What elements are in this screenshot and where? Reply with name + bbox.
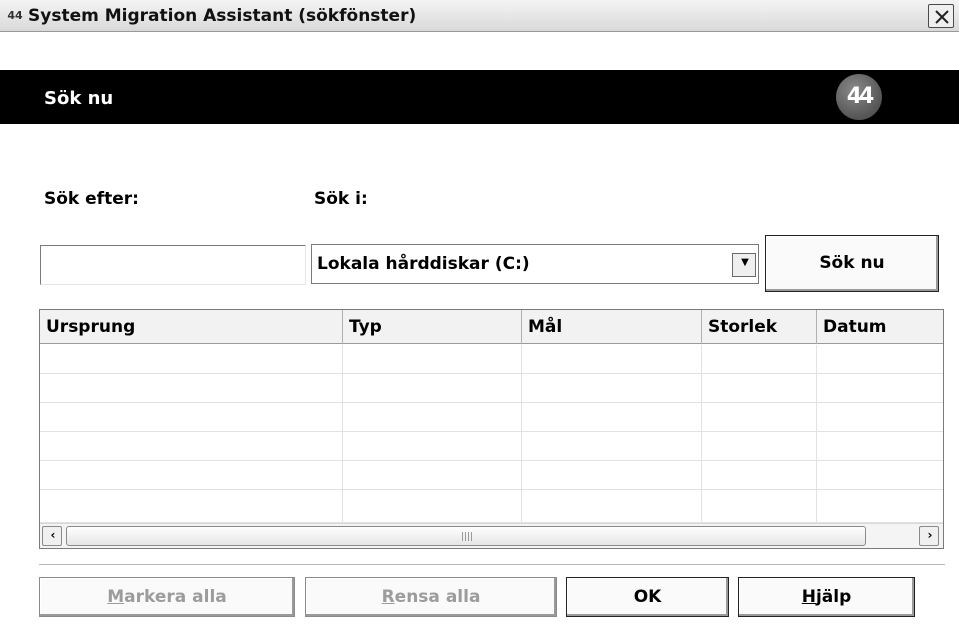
title-bar: 44 System Migration Assistant (sökfönste…	[0, 0, 959, 32]
help-button[interactable]: Hjälp	[738, 577, 915, 617]
ok-label: OK	[633, 587, 662, 607]
table-cell	[522, 374, 702, 403]
search-input[interactable]	[40, 245, 306, 285]
scroll-left-button[interactable]: ‹	[42, 526, 62, 546]
column-header-datum[interactable]: Datum	[817, 310, 943, 344]
table-row[interactable]	[40, 461, 943, 490]
horizontal-scrollbar[interactable]: ‹ ›	[40, 523, 943, 548]
chevron-right-icon: ›	[927, 528, 933, 542]
table-cell	[702, 345, 817, 374]
table-row[interactable]	[40, 490, 943, 523]
location-dropdown[interactable]: Lokala hårddiskar (C:) ▼	[311, 244, 759, 284]
search-now-button[interactable]: Sök nu	[765, 235, 939, 292]
table-cell	[343, 374, 522, 403]
table-cell	[522, 432, 702, 461]
table-cell	[343, 432, 522, 461]
table-cell	[702, 374, 817, 403]
table-header: Ursprung Typ Mål Storlek Datum	[40, 310, 943, 344]
table-cell	[522, 461, 702, 490]
scrollbar-thumb[interactable]	[66, 526, 866, 546]
table-cell	[40, 490, 343, 523]
table-cell	[40, 461, 343, 490]
column-header-mal[interactable]: Mål	[522, 310, 702, 344]
table-cell	[40, 432, 343, 461]
column-header-typ[interactable]: Typ	[343, 310, 522, 344]
column-header-ursprung[interactable]: Ursprung	[40, 310, 343, 344]
table-row[interactable]	[40, 374, 943, 403]
table-cell	[702, 403, 817, 432]
dropdown-arrow-button[interactable]: ▼	[732, 253, 756, 277]
table-cell	[40, 403, 343, 432]
close-button[interactable]	[928, 4, 954, 28]
ok-button[interactable]: OK	[566, 577, 729, 617]
table-cell	[702, 490, 817, 523]
divider	[39, 564, 945, 565]
table-cell	[702, 461, 817, 490]
table-cell	[40, 374, 343, 403]
chevron-left-icon: ‹	[50, 528, 56, 542]
logo: 44	[836, 74, 882, 120]
table-cell	[522, 490, 702, 523]
scroll-right-button[interactable]: ›	[919, 526, 939, 546]
clear-all-label: Rensa alla	[381, 587, 481, 607]
table-cell	[343, 403, 522, 432]
table-row[interactable]	[40, 403, 943, 432]
table-cell	[343, 490, 522, 523]
grip-icon	[462, 532, 472, 541]
select-all-label: Markera alla	[107, 587, 227, 607]
table-cell	[343, 345, 522, 374]
clear-all-button[interactable]: Rensa alla	[305, 577, 557, 617]
app-icon: 44	[7, 9, 23, 22]
page-title: Sök nu	[44, 88, 114, 109]
chevron-down-icon: ▼	[741, 257, 749, 268]
help-label: Hjälp	[801, 587, 852, 607]
select-all-button[interactable]: Markera alla	[39, 577, 295, 617]
search-in-label: Sök i:	[314, 189, 368, 209]
table-cell	[343, 461, 522, 490]
logo-text: 44	[846, 84, 875, 109]
window-title: System Migration Assistant (sökfönster)	[28, 6, 417, 26]
table-row[interactable]	[40, 432, 943, 461]
results-table[interactable]: Ursprung Typ Mål Storlek Datum ‹ ›	[39, 309, 944, 549]
header-band	[0, 70, 959, 124]
close-icon	[935, 10, 949, 24]
table-cell	[522, 403, 702, 432]
table-row[interactable]	[40, 345, 943, 374]
table-cell	[522, 345, 702, 374]
table-cell	[702, 432, 817, 461]
table-cell	[40, 345, 343, 374]
column-header-storlek[interactable]: Storlek	[702, 310, 817, 344]
search-for-label: Sök efter:	[44, 189, 139, 209]
location-value: Lokala hårddiskar (C:)	[317, 254, 530, 274]
search-now-button-label: Sök nu	[819, 253, 885, 273]
